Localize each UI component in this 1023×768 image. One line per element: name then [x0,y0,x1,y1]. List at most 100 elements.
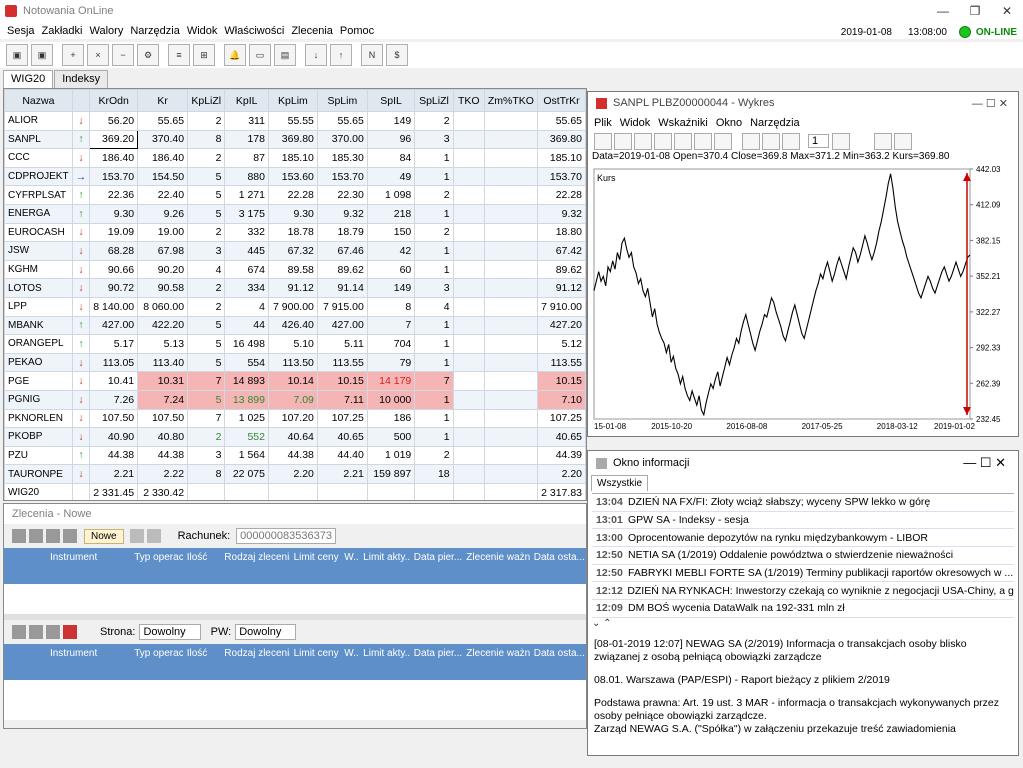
alert-bell-icon[interactable]: 🔔 [224,44,246,66]
orders-list-1[interactable] [4,584,586,614]
quote-row[interactable]: EUROCASH ↓ 19.09 19.00 2 332 18.78 18.79 150 2 18.… [4,222,586,243]
quotes-header-7[interactable]: SpLim [316,89,368,112]
quote-row[interactable]: PKOBP ↓ 40.90 40.80 2 552 40.64 40.65 500 1 40.65 [4,427,586,447]
list-icon[interactable]: ≡ [168,44,190,66]
menu-walory[interactable]: Walory [90,25,124,37]
news-item[interactable]: 12:12 DZIEŃ NA RYNKACH: Inwestorzy czekaj… [592,582,1014,601]
orders-button-2[interactable] [29,529,43,543]
chart-menu-plik[interactable]: Plik [594,117,612,129]
orders-col-header[interactable]: Instrument [46,648,130,659]
quote-row[interactable]: PZU ↑ 44.38 44.38 3 1 564 44.38 44.40 1 019 2 44.3… [4,445,586,466]
menu-pomoc[interactable]: Pomoc [340,25,374,37]
remove-tab-icon[interactable]: × [87,44,109,66]
news-icon[interactable]: N [361,44,383,66]
quote-row[interactable]: ORANGEPL ↑ 5.17 5.13 5 16 498 5.10 5.11 704 1 5.12 [4,334,586,354]
orders-col-header[interactable]: Rodzaj zlecenia [220,552,289,563]
info-window-controls-icon[interactable]: — ☐ ✕ [963,455,1006,471]
orders-col-header[interactable]: Zlecenie ważne [462,648,529,659]
tab-wszystkie[interactable]: Wszystkie [591,475,648,491]
tab-indeksy[interactable]: Indeksy [54,70,109,88]
collapse-arrows-icon[interactable]: ⌄ ⌃ [588,618,1018,632]
news-item[interactable]: 12:50 NETIA SA (1/2019) Oddalenie powództ… [592,547,1014,565]
chart-menu-widok[interactable]: Widok [620,117,651,129]
add-list-icon[interactable]: ⊞ [193,44,215,66]
orders-col-header[interactable]: Data pier... [410,648,463,659]
orders-col-header[interactable]: Data pier... [410,552,463,563]
quotes-header-12[interactable]: OstTrKr [536,89,586,112]
quotes-header-1[interactable] [71,89,91,112]
volume-chart-icon[interactable] [694,132,712,150]
minimize-icon[interactable]: — [927,0,959,22]
indicator-chart-icon[interactable] [714,132,732,150]
orders-col-header[interactable]: W... [340,552,359,563]
quotes-header-9[interactable]: SpLiZl [414,89,454,112]
news-item[interactable]: 13:04 DZIEŃ NA FX/FI: Złoty wciąż słabszy… [592,494,1014,512]
settings-icon[interactable]: ⚙ [137,44,159,66]
orders-col-header[interactable]: Limit ceny [290,648,341,659]
quote-row[interactable]: TAURONPE ↓ 2.21 2.22 8 22 075 2.20 2.21 159 897 1… [4,464,586,484]
quotes-header-10[interactable]: TKO [452,89,485,112]
cursor-icon[interactable] [762,132,780,150]
quote-row[interactable]: MBANK ↑ 427.00 422.20 5 44 426.40 427.00 7 1 427.2… [4,315,586,336]
menu-wlasciwosci[interactable]: Właściwości [224,25,284,37]
stop-icon[interactable] [63,625,77,639]
quotes-header-6[interactable]: KpLim [267,89,318,112]
tab-wig20[interactable]: WIG20 [3,70,54,88]
rachunek-field[interactable]: 000000083536373 [236,528,336,544]
ohlc-chart-icon[interactable] [674,132,692,150]
chart-menu-wskazniki[interactable]: Wskaźniki [658,117,708,129]
strona-select[interactable]: Dowolny [139,624,201,640]
quote-row[interactable]: SANPL ↑ 369.20 370.40 8 178 369.80 370.00 96 3 369… [4,129,586,150]
quote-row[interactable]: KGHM ↓ 90.66 90.20 4 674 89.58 89.62 60 1 89.62 [4,259,586,280]
restore-icon[interactable]: ❐ [959,0,991,22]
orders-col-header[interactable]: Typ operacji [130,648,183,659]
quote-row[interactable]: LOTOS ↓ 90.72 90.58 2 334 91.12 91.14 149 3 91.12 [4,278,586,298]
monitor-icon[interactable]: ▭ [249,44,271,66]
orders-col-header[interactable]: Data osta... [530,552,586,563]
crosshair-icon[interactable] [742,132,760,150]
line-chart-icon[interactable] [614,132,632,150]
quote-row[interactable]: CDPROJEKT → 153.70 154.50 5 880 153.60 153.70 49… [4,166,586,187]
chart-icon[interactable]: ▤ [274,44,296,66]
history-button-3[interactable] [46,625,60,639]
news-item[interactable]: 13:01 GPW SA - Indeksy - sesja [592,512,1014,530]
menu-widok[interactable]: Widok [187,25,218,37]
menu-narzedzia[interactable]: Narzędzia [130,25,180,37]
quote-row[interactable]: WIG20 2 331.45 2 330.42 2 317.83 [4,482,586,500]
period-icon[interactable] [832,132,851,150]
orders-col-header[interactable]: Limit akty... [359,648,410,659]
menu-zlecenia[interactable]: Zlecenia [291,25,333,37]
quotes-header-5[interactable]: KpIL [224,89,269,112]
orders-col-header[interactable]: W... [340,648,359,659]
news-item[interactable]: 12:50 FABRYKI MEBLI FORTE SA (1/2019) Ter… [592,565,1014,583]
chart-close-icon[interactable]: — ☐ ✕ [972,97,1008,110]
sort-up-icon[interactable]: ↑ [330,44,352,66]
minus-icon[interactable]: − [112,44,134,66]
quote-row[interactable]: PEKAO ↓ 113.05 113.40 5 554 113.50 113.55 79 1 113… [4,352,586,373]
orders-col-header[interactable]: Limit ceny [290,552,341,563]
export-icon[interactable] [874,132,893,150]
orders-col-header[interactable]: Zlecenie ważne [462,552,529,563]
orders-button-4[interactable] [63,529,77,543]
quote-row[interactable]: JSW ↓ 68.28 67.98 3 445 67.32 67.46 42 1 67.42 [4,241,586,261]
chart-menu-okno[interactable]: Okno [716,117,742,129]
menu-zakladki[interactable]: Zakładki [42,25,83,37]
add-tab-icon[interactable]: + [62,44,84,66]
quotes-header-4[interactable]: KpLiZl [187,89,226,112]
filter-icon[interactable] [146,529,161,543]
history-button-1[interactable] [12,625,26,639]
quotes-header-11[interactable]: Zm%TKO [483,89,538,112]
quotes-header-0[interactable]: Nazwa [4,89,73,112]
orders-col-header[interactable]: Ilość [183,648,221,659]
quotes-header-2[interactable]: KrOdn [89,89,139,112]
orders-col-header[interactable]: Typ operacji [130,552,183,563]
orders-col-header[interactable]: Ilość [183,552,221,563]
price-chart[interactable]: Kurs 232.45 262.39 292.33 322.27 352.21 382.15… [588,163,1018,435]
history-button-2[interactable] [29,625,43,639]
grid-icon[interactable] [894,132,913,150]
buy-sell-icon[interactable]: $ [386,44,408,66]
bar-chart-icon[interactable] [594,132,612,150]
menu-sesja[interactable]: Sesja [7,25,35,37]
chart-menu-narzedzia[interactable]: Narzędzia [750,117,800,129]
area-chart-icon[interactable] [634,132,652,150]
